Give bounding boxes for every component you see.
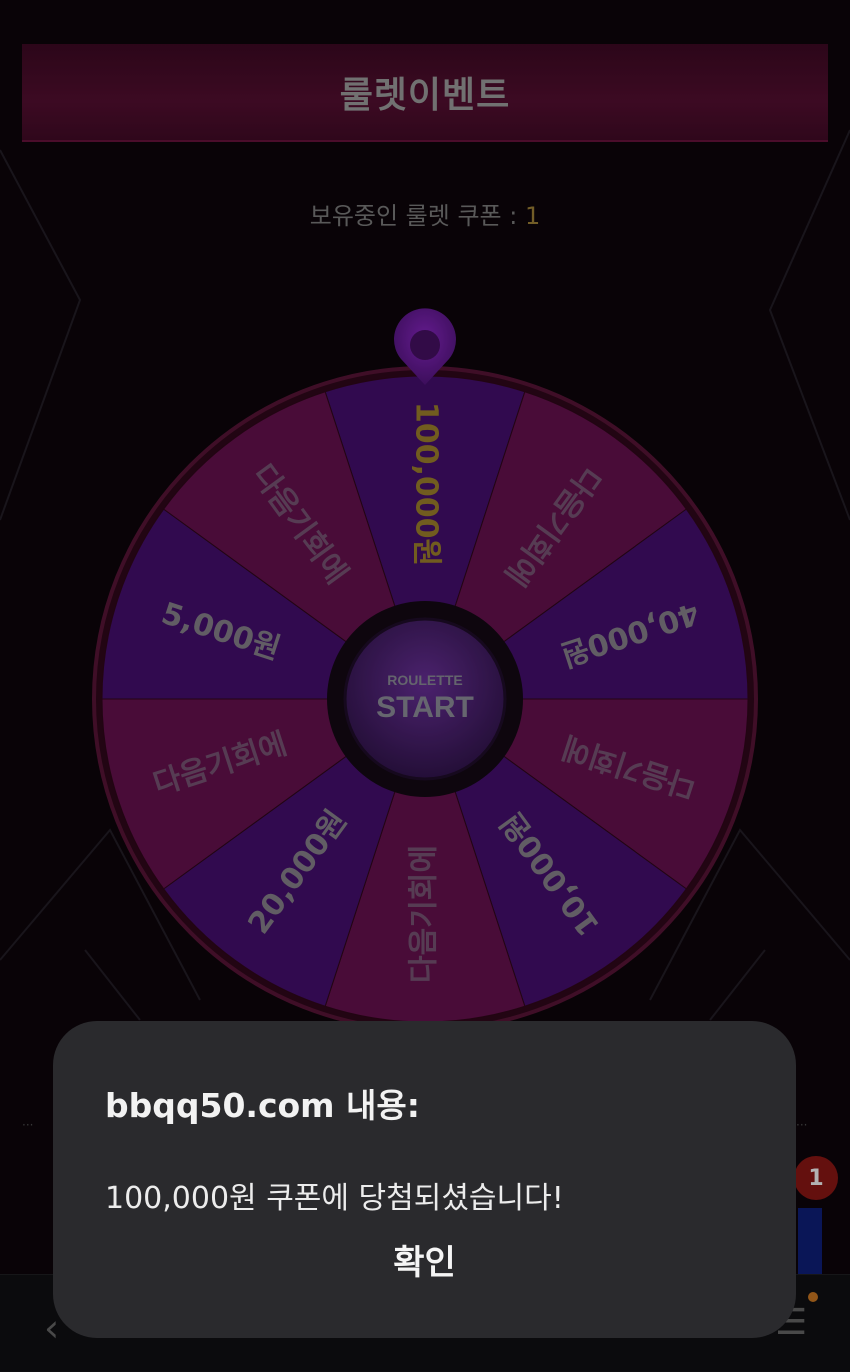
confirm-button[interactable]: 확인	[53, 1235, 796, 1284]
alert-dialog: bbqq50.com 내용: 100,000원 쿠폰에 당첨되셨습니다! 확인	[53, 1021, 796, 1338]
dialog-message: 100,000원 쿠폰에 당첨되셨습니다!	[105, 1181, 564, 1216]
dialog-title: bbqq50.com 내용:	[105, 1086, 420, 1125]
